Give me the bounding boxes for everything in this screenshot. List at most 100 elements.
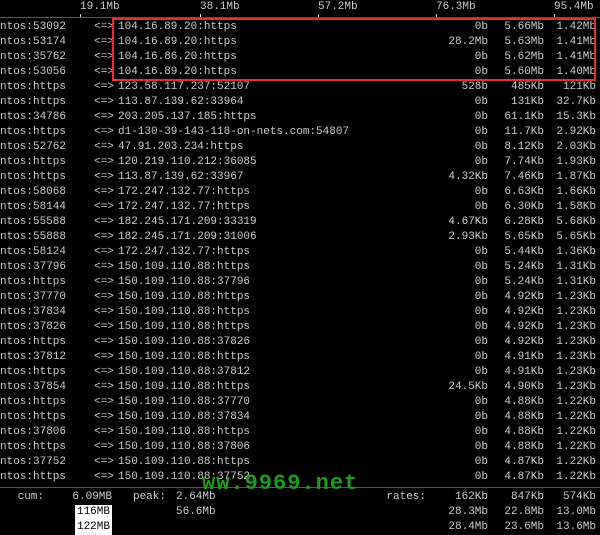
rate-10s: 5.65Kb — [488, 230, 544, 245]
rate-40s: 1.23Kb — [544, 305, 600, 320]
rate-10s: 5.44Kb — [488, 245, 544, 260]
direction-icon: <=> — [90, 50, 118, 65]
rate-10s: 5.63Mb — [488, 35, 544, 50]
remote-endpoint: 150.109.110.88:https — [118, 425, 428, 440]
rate-10s: 5.66Mb — [488, 20, 544, 35]
peak-label — [112, 505, 172, 520]
local-endpoint: ntos:37770 — [0, 290, 90, 305]
cum-value-cell: 6.09MB — [50, 490, 112, 505]
remote-endpoint: 150.109.110.88:37826 — [118, 335, 428, 350]
connection-row: ntos:https<=>113.87.139.62:339640b131Kb3… — [0, 95, 600, 110]
rate-col-3: 13.6Mb — [544, 520, 600, 535]
connection-row: ntos:37770<=>150.109.110.88:https0b4.92K… — [0, 290, 600, 305]
scale-tick: 76.3Mb — [436, 0, 476, 14]
connection-row: ntos:https<=>150.109.110.88:378120b4.91K… — [0, 365, 600, 380]
local-endpoint: ntos:55888 — [0, 230, 90, 245]
rate-10s: 4.90Kb — [488, 380, 544, 395]
rate-col-3: 574Kb — [544, 490, 600, 505]
remote-endpoint: 104.16.89.20:https — [118, 20, 428, 35]
direction-icon: <=> — [90, 95, 118, 110]
connection-row: ntos:58068<=>172.247.132.77:https0b6.63K… — [0, 185, 600, 200]
peak-value — [172, 520, 234, 535]
rate-2s: 0b — [428, 440, 488, 455]
rate-2s: 0b — [428, 350, 488, 365]
cum-label — [0, 520, 50, 535]
rate-10s: 4.91Kb — [488, 365, 544, 380]
local-endpoint: ntos:53092 — [0, 20, 90, 35]
rate-2s: 0b — [428, 275, 488, 290]
connection-row: ntos:55888<=>182.245.171.209:310062.93Kb… — [0, 230, 600, 245]
local-endpoint: ntos:37806 — [0, 425, 90, 440]
remote-endpoint: 150.109.110.88:https — [118, 260, 428, 275]
rate-10s: 6.28Kb — [488, 215, 544, 230]
rate-10s: 4.88Kb — [488, 425, 544, 440]
remote-endpoint: 182.245.171.209:33319 — [118, 215, 428, 230]
local-endpoint: ntos:53174 — [0, 35, 90, 50]
rate-10s: 4.87Kb — [488, 455, 544, 470]
footer-row: 116MB56.6Mb28.3Mb22.8Mb13.0Mb — [0, 505, 600, 520]
direction-icon: <=> — [90, 335, 118, 350]
bandwidth-scale: 19.1Mb38.1Mb57.2Mb76.3Mb95.4Mb — [0, 0, 600, 18]
rate-40s: 1.23Kb — [544, 365, 600, 380]
rate-40s: 1.41Mb — [544, 50, 600, 65]
connection-row: ntos:37752<=>150.109.110.88:https0b4.87K… — [0, 455, 600, 470]
connection-row: ntos:37854<=>150.109.110.88:https24.5Kb4… — [0, 380, 600, 395]
rate-2s: 0b — [428, 260, 488, 275]
rate-2s: 0b — [428, 305, 488, 320]
rate-10s: 8.12Kb — [488, 140, 544, 155]
remote-endpoint: 123.58.117.237:52107 — [118, 80, 428, 95]
connection-row: ntos:https<=>150.109.110.88:378260b4.92K… — [0, 335, 600, 350]
footer-stats: cum:6.09MBpeak:2.64Mbrates:162Kb847Kb574… — [0, 488, 600, 535]
local-endpoint: ntos:58124 — [0, 245, 90, 260]
rate-40s: 1.23Kb — [544, 335, 600, 350]
rate-col-3: 13.0Mb — [544, 505, 600, 520]
rate-2s: 0b — [428, 395, 488, 410]
local-endpoint: ntos:58144 — [0, 200, 90, 215]
rate-10s: 6.63Kb — [488, 185, 544, 200]
rate-2s: 28.2Mb — [428, 35, 488, 50]
connection-row: ntos:37806<=>150.109.110.88:https0b4.88K… — [0, 425, 600, 440]
connection-row: ntos:https<=>113.87.139.62:339674.32Kb7.… — [0, 170, 600, 185]
local-endpoint: ntos:https — [0, 365, 90, 380]
rate-40s: 1.22Kb — [544, 410, 600, 425]
scale-tick: 19.1Mb — [80, 0, 120, 14]
rate-40s: 1.31Kb — [544, 260, 600, 275]
rate-col-2: 23.6Mb — [488, 520, 544, 535]
direction-icon: <=> — [90, 20, 118, 35]
connection-row: ntos:37826<=>150.109.110.88:https0b4.92K… — [0, 320, 600, 335]
connection-row: ntos:https<=>120.219.110.212:360850b7.74… — [0, 155, 600, 170]
rate-40s: 32.7Kb — [544, 95, 600, 110]
remote-endpoint: 104.16.89.20:https — [118, 35, 428, 50]
direction-icon: <=> — [90, 455, 118, 470]
direction-icon: <=> — [90, 65, 118, 80]
connection-row: ntos:https<=>150.109.110.88:377520b4.87K… — [0, 470, 600, 485]
connection-list: ntos:53092<=>104.16.89.20:https0b5.66Mb1… — [0, 18, 600, 485]
direction-icon: <=> — [90, 80, 118, 95]
rates-label — [380, 505, 432, 520]
rate-2s: 0b — [428, 95, 488, 110]
local-endpoint: ntos:https — [0, 80, 90, 95]
direction-icon: <=> — [90, 140, 118, 155]
rate-40s: 5.68Kb — [544, 215, 600, 230]
remote-endpoint: 150.109.110.88:https — [118, 320, 428, 335]
footer-row: cum:6.09MBpeak:2.64Mbrates:162Kb847Kb574… — [0, 490, 600, 505]
rate-40s: 1.36Kb — [544, 245, 600, 260]
local-endpoint: ntos:37812 — [0, 350, 90, 365]
remote-endpoint: 150.109.110.88:https — [118, 290, 428, 305]
rate-40s: 1.66Kb — [544, 185, 600, 200]
rate-10s: 5.62Mb — [488, 50, 544, 65]
scale-tick: 95.4Mb — [554, 0, 594, 14]
direction-icon: <=> — [90, 260, 118, 275]
rate-10s: 4.88Kb — [488, 440, 544, 455]
remote-endpoint: 150.109.110.88:37812 — [118, 365, 428, 380]
rate-col-1: 28.4Mb — [432, 520, 488, 535]
direction-icon: <=> — [90, 365, 118, 380]
rate-10s: 4.92Kb — [488, 305, 544, 320]
rate-10s: 5.24Kb — [488, 260, 544, 275]
remote-endpoint: 150.109.110.88:37806 — [118, 440, 428, 455]
direction-icon: <=> — [90, 155, 118, 170]
rate-2s: 0b — [428, 110, 488, 125]
rate-40s: 2.92Kb — [544, 125, 600, 140]
connection-row: ntos:55588<=>182.245.171.209:333194.67Kb… — [0, 215, 600, 230]
remote-endpoint: 150.109.110.88:37796 — [118, 275, 428, 290]
